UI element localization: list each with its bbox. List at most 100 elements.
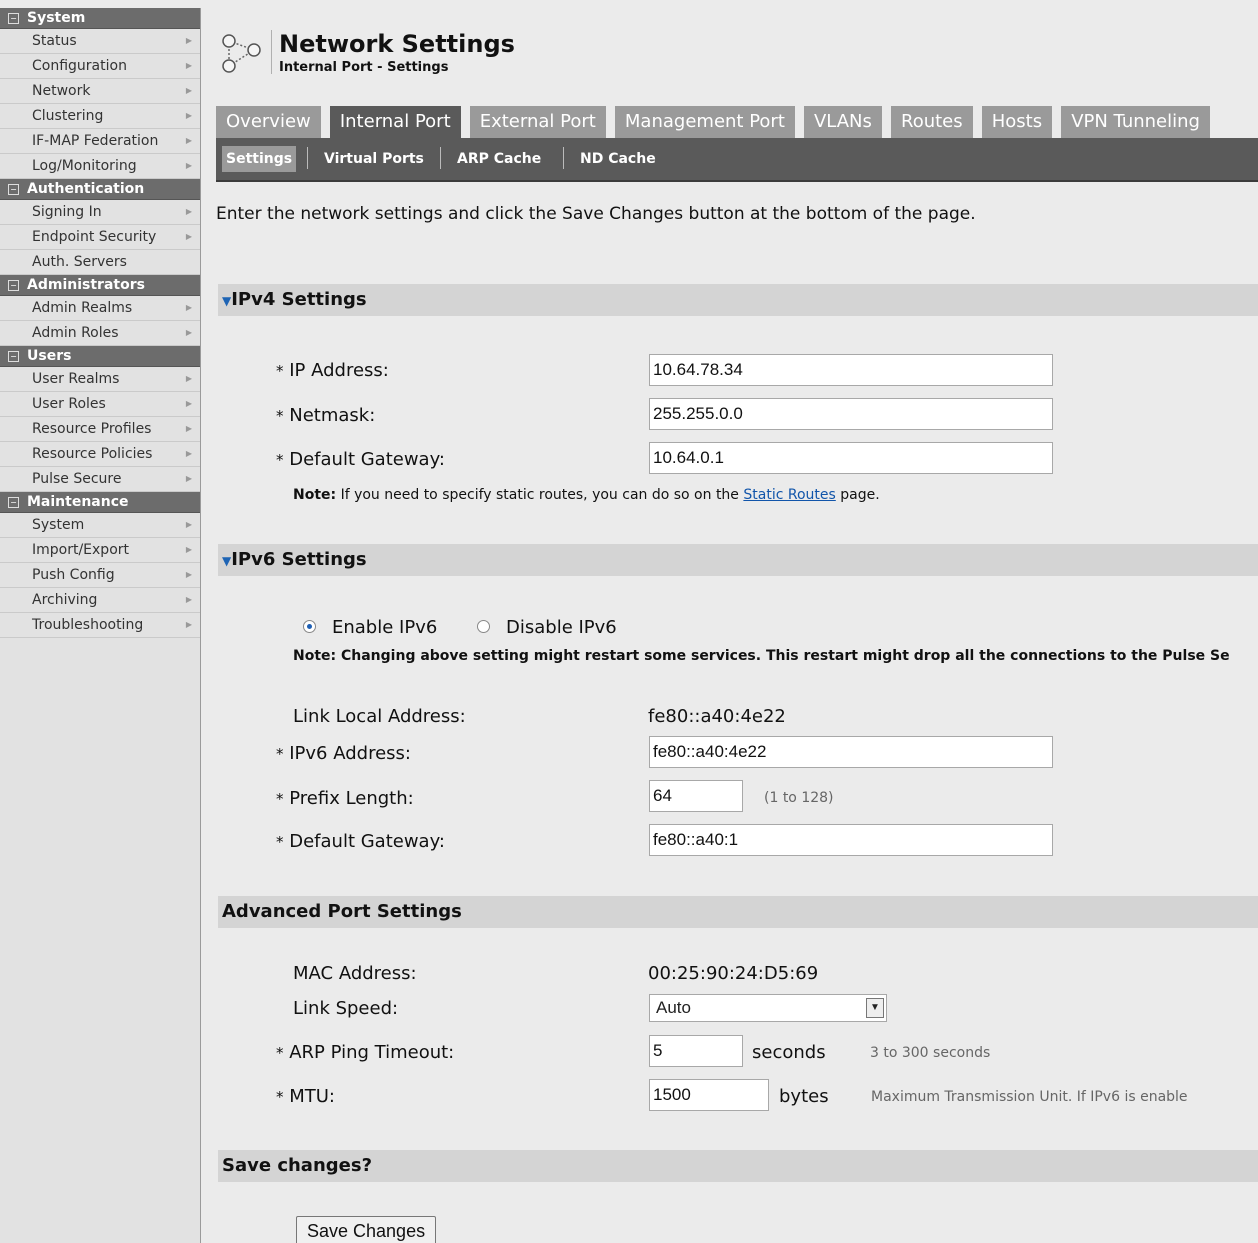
sidebar-item-user-realms[interactable]: User Realms ▶: [0, 367, 200, 392]
tab-vpn-tunneling[interactable]: VPN Tunneling: [1061, 106, 1210, 138]
sidebar-item-label: Clustering: [32, 108, 104, 124]
arp-timeout-input[interactable]: [649, 1035, 743, 1067]
tab-internal-port[interactable]: Internal Port: [329, 106, 461, 138]
link-speed-label: Link Speed:: [293, 998, 399, 1019]
note-text: If you need to specify static routes, yo…: [336, 487, 744, 503]
sidebar-group-administrators[interactable]: − Administrators: [0, 275, 200, 296]
dropdown-arrow-icon[interactable]: ▼: [866, 998, 884, 1018]
sidebar-group-authentication[interactable]: − Authentication: [0, 179, 200, 200]
ipv6-restart-note: Note: Changing above setting might resta…: [293, 648, 1230, 664]
enable-ipv6-radio[interactable]: [303, 620, 316, 633]
page-title: Network Settings: [279, 30, 515, 58]
label-text: Default Gateway:: [289, 831, 445, 852]
sidebar-item-admin-realms[interactable]: Admin Realms ▶: [0, 296, 200, 321]
ipv6-address-label: * IPv6 Address:: [276, 743, 411, 764]
netmask-input[interactable]: [649, 398, 1053, 430]
sidebar-item-pulse-secure[interactable]: Pulse Secure ▶: [0, 467, 200, 492]
subtab-nd-cache[interactable]: ND Cache: [580, 146, 656, 172]
note-label: Note:: [293, 487, 337, 503]
sidebar-group-maintenance[interactable]: − Maintenance: [0, 492, 200, 513]
collapse-icon: −: [8, 184, 19, 195]
subtab-virtual-ports[interactable]: Virtual Ports: [324, 146, 424, 172]
sidebar-item-resource-profiles[interactable]: Resource Profiles ▶: [0, 417, 200, 442]
chevron-right-icon: ▶: [185, 449, 192, 458]
link-speed-select[interactable]: Auto ▼: [649, 994, 887, 1022]
ipv6-gateway-input[interactable]: [649, 824, 1053, 856]
chevron-right-icon: ▶: [185, 545, 192, 554]
tab-management-port[interactable]: Management Port: [614, 106, 795, 138]
sidebar-group-title: System: [27, 10, 86, 26]
sidebar-item-configuration[interactable]: Configuration ▶: [0, 54, 200, 79]
link-local-value: fe80::a40:4e22: [648, 706, 786, 727]
sidebar-group-system[interactable]: − System: [0, 8, 200, 29]
tab-vlans[interactable]: VLANs: [803, 106, 882, 138]
sidebar-item-label: Resource Profiles: [32, 421, 152, 437]
advanced-section-header: Advanced Port Settings: [218, 896, 1258, 928]
sidebar-item-network[interactable]: Network ▶: [0, 79, 200, 104]
sidebar-group-title: Administrators: [27, 277, 145, 293]
prefix-length-input[interactable]: [649, 780, 743, 812]
sidebar-item-auth-servers[interactable]: Auth. Servers: [0, 250, 200, 275]
sidebar-item-resource-policies[interactable]: Resource Policies ▶: [0, 442, 200, 467]
sidebar-item-label: Auth. Servers: [32, 254, 127, 270]
static-routes-link[interactable]: Static Routes: [743, 487, 835, 503]
save-changes-button[interactable]: Save Changes: [296, 1216, 437, 1243]
subtab-settings[interactable]: Settings: [222, 146, 297, 172]
sidebar-item-label: Endpoint Security: [32, 229, 157, 245]
sidebar-item-label: IF-MAP Federation: [32, 133, 159, 149]
chevron-right-icon: ▶: [185, 303, 192, 312]
sidebar-item-import-export[interactable]: Import/Export ▶: [0, 538, 200, 563]
sidebar: − System Status ▶ Configuration ▶ Network ▶ …: [0, 8, 201, 1243]
ipv6-address-input[interactable]: [649, 736, 1053, 768]
sidebar-item-if-map-federation[interactable]: IF-MAP Federation ▶: [0, 129, 200, 154]
sidebar-item-troubleshooting[interactable]: Troubleshooting ▶: [0, 613, 200, 638]
sidebar-item-endpoint-security[interactable]: Endpoint Security ▶: [0, 225, 200, 250]
sidebar-item-status[interactable]: Status ▶: [0, 29, 200, 54]
sidebar-item-clustering[interactable]: Clustering ▶: [0, 104, 200, 129]
subtab-bar: Settings Virtual Ports ARP Cache ND Cach…: [216, 138, 1258, 182]
sidebar-group-users[interactable]: − Users: [0, 346, 200, 367]
required-mark: *: [276, 790, 284, 808]
ipv4-gateway-label: * Default Gateway:: [276, 449, 445, 470]
chevron-right-icon: ▶: [185, 424, 192, 433]
subtab-arp-cache[interactable]: ARP Cache: [457, 146, 541, 172]
sidebar-item-signing-in[interactable]: Signing In ▶: [0, 200, 200, 225]
required-mark: *: [276, 1044, 284, 1062]
tab-external-port[interactable]: External Port: [469, 106, 606, 138]
intro-text: Enter the network settings and click the…: [216, 204, 976, 224]
chevron-right-icon: ▶: [185, 474, 192, 483]
tab-hosts[interactable]: Hosts: [981, 106, 1053, 138]
chevron-right-icon: ▶: [185, 620, 192, 629]
sidebar-item-push-config[interactable]: Push Config ▶: [0, 563, 200, 588]
note-text-after: page.: [835, 487, 880, 503]
subtab-separator: [307, 147, 308, 169]
sidebar-item-label: Import/Export: [32, 542, 130, 558]
label-text: Default Gateway:: [289, 449, 445, 470]
static-routes-note: Note: If you need to specify static rout…: [293, 487, 880, 503]
tab-routes[interactable]: Routes: [891, 106, 973, 138]
ipv6-section-header[interactable]: ▼IPv6 Settings: [218, 544, 1258, 576]
ipv4-gateway-input[interactable]: [649, 442, 1053, 474]
chevron-right-icon: ▶: [185, 328, 192, 337]
prefix-length-label: * Prefix Length:: [276, 788, 414, 809]
sidebar-item-system[interactable]: System ▶: [0, 513, 200, 538]
label-text: Prefix Length:: [289, 788, 414, 809]
prefix-length-hint: (1 to 128): [764, 790, 834, 806]
sidebar-item-admin-roles[interactable]: Admin Roles ▶: [0, 321, 200, 346]
sidebar-item-archiving[interactable]: Archiving ▶: [0, 588, 200, 613]
chevron-right-icon: ▶: [185, 520, 192, 529]
subtab-separator: [440, 147, 441, 169]
sidebar-item-user-roles[interactable]: User Roles ▶: [0, 392, 200, 417]
tab-bar: Overview Internal Port External Port Man…: [216, 106, 1258, 138]
ip-address-input[interactable]: [649, 354, 1053, 386]
sidebar-item-log-monitoring[interactable]: Log/Monitoring ▶: [0, 154, 200, 179]
chevron-right-icon: ▶: [185, 161, 192, 170]
required-mark: *: [276, 451, 284, 469]
expand-triangle-icon: ▼: [222, 554, 232, 568]
disable-ipv6-label: Disable IPv6: [506, 617, 617, 638]
ipv4-section-header[interactable]: ▼IPv4 Settings: [218, 284, 1258, 316]
chevron-right-icon: ▶: [185, 374, 192, 383]
mtu-input[interactable]: [649, 1079, 769, 1111]
disable-ipv6-radio[interactable]: [477, 620, 490, 633]
tab-overview[interactable]: Overview: [216, 106, 321, 138]
